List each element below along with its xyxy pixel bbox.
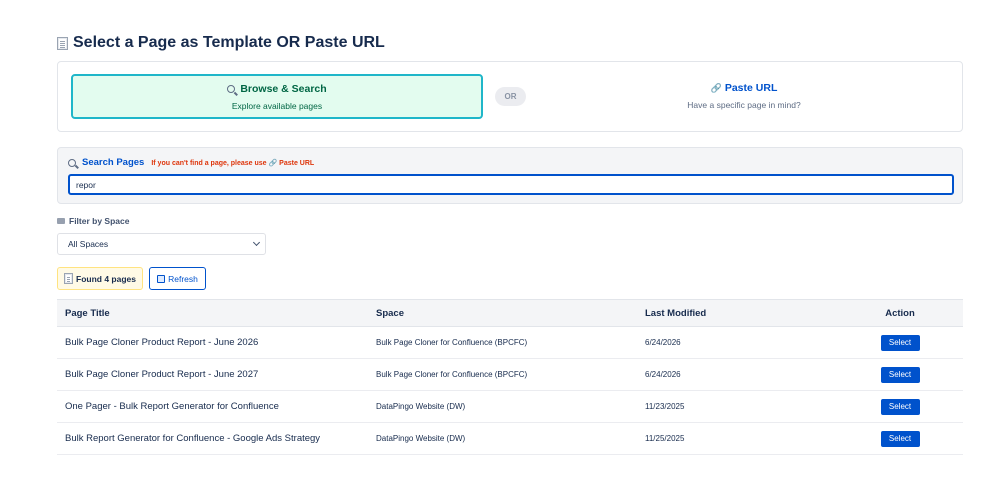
page-heading: Select a Page as Template OR Paste URL (57, 34, 385, 52)
table-row: One Pager - Bulk Report Generator for Co… (57, 391, 963, 423)
url-subtitle: Have a specific page in mind? (687, 100, 801, 110)
table-row: Bulk Page Cloner Product Report - June 2… (57, 327, 963, 359)
row-action: Select (837, 398, 963, 415)
table-row: Bulk Report Generator for Confluence - G… (57, 423, 963, 455)
header-page-title: Page Title (65, 307, 110, 319)
magnifier-icon (227, 85, 236, 93)
row-title: Bulk Report Generator for Confluence - G… (65, 433, 321, 444)
mode-selector: Browse & Search Explore available pages … (57, 61, 963, 132)
row-modified: 6/24/2026 (645, 370, 681, 379)
row-space: DataPingo Website (DW) (376, 434, 466, 443)
space-select-value: All Spaces (68, 239, 109, 249)
browse-search-option[interactable]: Browse & Search Explore available pages (71, 74, 483, 119)
row-space: Bulk Page Cloner for Confluence (BPCFC) (376, 338, 528, 347)
refresh-label: Refresh (168, 273, 198, 284)
url-title: Paste URL (724, 82, 778, 94)
paste-url-option[interactable]: 🔗 Paste URL Have a specific page in mind… (538, 74, 950, 119)
table-header: Page Title Space Last Modified Action (57, 300, 963, 327)
found-count-badge: Found 4 pages (57, 267, 143, 290)
filter-label-row: Filter by Space (57, 216, 129, 226)
browse-title-row: Browse & Search (73, 83, 481, 95)
chat-icon (57, 218, 65, 224)
row-title: Bulk Page Cloner Product Report - June 2… (65, 369, 259, 380)
or-divider: OR (495, 87, 526, 106)
space-select[interactable]: All Spaces (57, 233, 266, 255)
row-action: Select (837, 366, 963, 383)
refresh-icon (157, 274, 166, 283)
row-action: Select (837, 430, 963, 447)
select-button[interactable]: Select (880, 398, 920, 415)
row-modified: 11/25/2025 (645, 434, 685, 443)
row-modified: 6/24/2026 (645, 338, 681, 347)
browse-subtitle: Explore available pages (231, 101, 323, 111)
header-action: Action (885, 307, 915, 319)
search-panel: Search Pages If you can't find a page, p… (57, 147, 963, 204)
row-modified: 11/23/2025 (645, 402, 685, 411)
url-title-row: 🔗 Paste URL (538, 82, 950, 94)
filter-label: Filter by Space (69, 216, 130, 226)
magnifier-icon (68, 158, 76, 167)
search-hint: If you can't find a page, please use 🔗 P… (151, 159, 315, 167)
search-label: Search Pages (82, 157, 145, 168)
row-space: Bulk Page Cloner for Confluence (BPCFC) (376, 370, 528, 379)
select-button[interactable]: Select (880, 334, 920, 351)
row-action: Select (837, 334, 963, 351)
select-button[interactable]: Select (880, 430, 920, 447)
results-table: Page Title Space Last Modified Action Bu… (57, 299, 963, 455)
browse-title: Browse & Search (240, 83, 327, 95)
page-icon (57, 36, 68, 50)
page-title: Select a Page as Template OR Paste URL (73, 34, 385, 51)
row-space: DataPingo Website (DW) (376, 402, 466, 411)
header-space: Space (376, 307, 404, 319)
header-last-modified: Last Modified (645, 307, 707, 319)
link-icon: 🔗 (710, 82, 722, 93)
chevron-down-icon (252, 238, 261, 247)
search-input[interactable] (68, 174, 954, 195)
found-label: Found 4 pages (76, 273, 136, 284)
row-title: One Pager - Bulk Report Generator for Co… (65, 401, 279, 412)
page-icon (64, 273, 73, 284)
select-button[interactable]: Select (880, 366, 920, 383)
search-header: Search Pages If you can't find a page, p… (68, 157, 314, 168)
refresh-button[interactable]: Refresh (149, 267, 206, 290)
table-row: Bulk Page Cloner Product Report - June 2… (57, 359, 963, 391)
row-title: Bulk Page Cloner Product Report - June 2… (65, 337, 259, 348)
